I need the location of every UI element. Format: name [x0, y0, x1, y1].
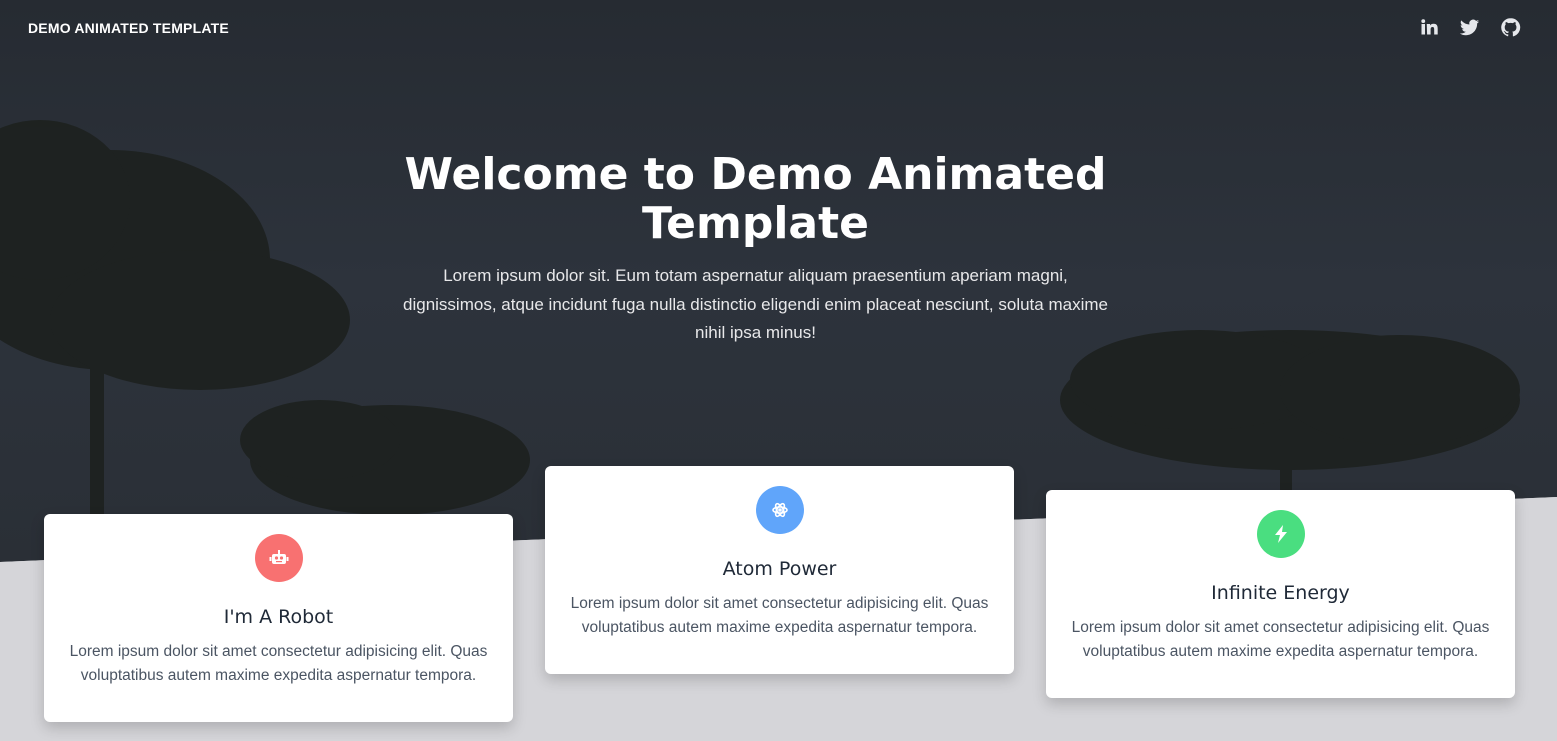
- twitter-icon[interactable]: [1459, 17, 1480, 38]
- card-title: Atom Power: [722, 558, 837, 580]
- card-text: Lorem ipsum dolor sit amet consectetur a…: [69, 643, 488, 684]
- linkedin-icon[interactable]: [1418, 17, 1439, 38]
- feature-card-atom: Atom Power Lorem ipsum dolor sit amet co…: [545, 466, 1014, 674]
- card-text: Lorem ipsum dolor sit amet consectetur a…: [570, 595, 989, 636]
- card-title: Infinite Energy: [1211, 582, 1350, 604]
- hero-subtitle: Lorem ipsum dolor sit. Eum totam asperna…: [403, 266, 1108, 342]
- feature-card-energy: Infinite Energy Lorem ipsum dolor sit am…: [1046, 490, 1515, 698]
- social-links: [1418, 17, 1521, 38]
- github-icon[interactable]: [1500, 17, 1521, 38]
- hero-title: Welcome to Demo Animated Template: [404, 149, 1107, 249]
- robot-icon: [254, 534, 303, 582]
- bolt-icon: [1256, 510, 1305, 558]
- feature-card-robot: I'm A Robot Lorem ipsum dolor sit amet c…: [44, 514, 513, 722]
- brand-logo-text[interactable]: DEMO ANIMATED TEMPLATE: [28, 20, 229, 36]
- card-text: Lorem ipsum dolor sit amet consectetur a…: [1071, 619, 1490, 660]
- card-title: I'm A Robot: [223, 606, 334, 628]
- atom-icon: [755, 486, 804, 534]
